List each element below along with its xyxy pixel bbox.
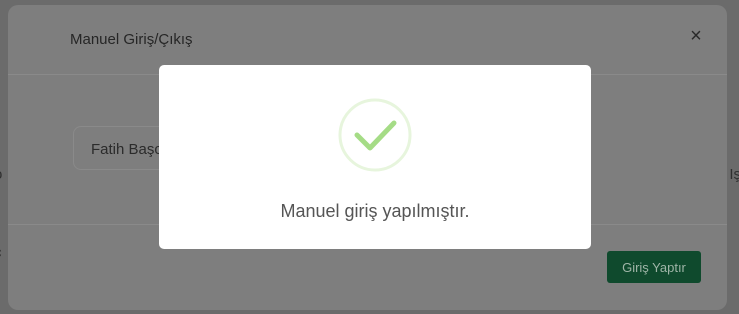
success-dialog: Manuel giriş yapılmıştır. — [159, 65, 591, 249]
success-icon-check — [354, 120, 397, 151]
dialog-message: Manuel giriş yapılmıştır. — [280, 201, 470, 221]
background-edge-text: ç — [0, 244, 2, 261]
modal-title: Manuel Giriş/Çıkış — [70, 31, 193, 48]
background-edge-text: Iş — [729, 166, 739, 183]
page-overlay: o Iş ç Manuel Giriş/Çıkış × Fatih Başc G… — [0, 0, 739, 314]
background-edge-text: o — [0, 166, 2, 183]
close-icon[interactable]: × — [685, 25, 707, 47]
success-check-icon — [338, 98, 412, 172]
success-icon-ring — [338, 98, 412, 172]
submit-entry-button[interactable]: Giriş Yaptır — [607, 251, 701, 283]
person-field-value: Fatih Başc — [91, 141, 162, 158]
